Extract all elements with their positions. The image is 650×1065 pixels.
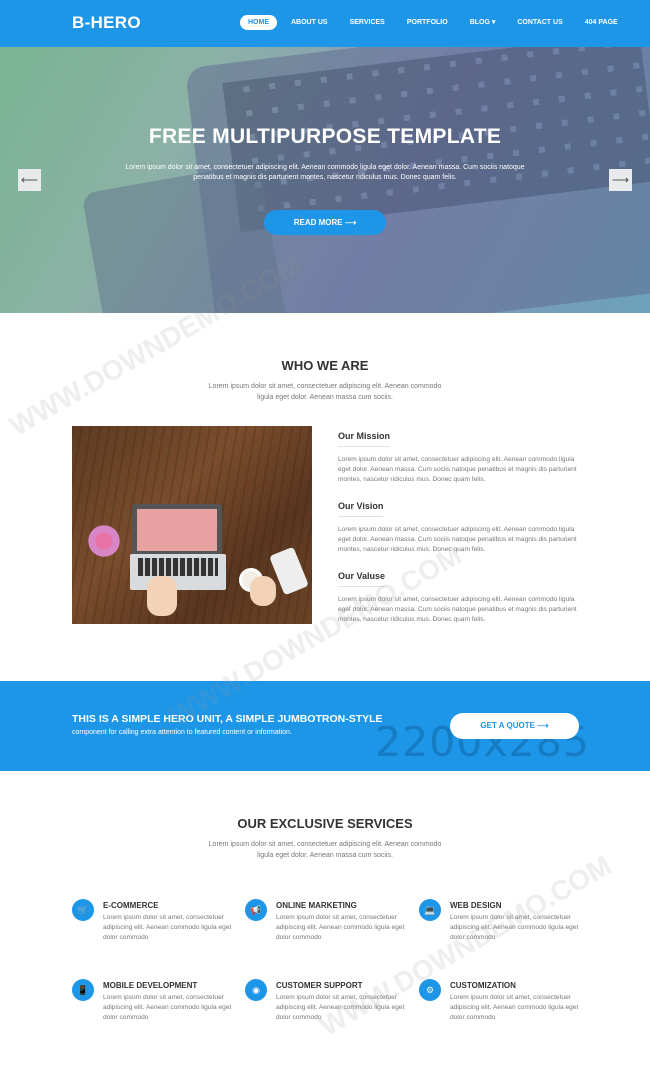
- service-text: Lorem ipsum dolor sit amet, consectetuer…: [276, 994, 405, 1021]
- top-navbar: B-HERO HOME ABOUT US SERVICES PORTFOLIO …: [0, 0, 650, 47]
- service-title: ONLINE MARKETING: [276, 901, 357, 910]
- values-text: Lorem ipsum dolor sit amet, consectetuer…: [338, 596, 577, 623]
- nav-item-about[interactable]: ABOUT US: [283, 15, 336, 30]
- megaphone-icon: 📢: [245, 899, 267, 921]
- mission-block: Our Mission Lorem ipsum dolor sit amet, …: [338, 426, 578, 485]
- service-text: Lorem ipsum dolor sit amet, consectetuer…: [103, 914, 232, 941]
- nav-item-contact[interactable]: CONTACT US: [509, 15, 570, 30]
- mission-title: Our Mission: [338, 431, 391, 447]
- about-title: WHO WE ARE: [281, 358, 369, 373]
- support-icon: ◉: [245, 979, 267, 1001]
- brand-logo[interactable]: B-HERO: [72, 13, 141, 33]
- service-text: Lorem ipsum dolor sit amet, consectetuer…: [276, 914, 405, 941]
- vision-title: Our Vision: [338, 501, 384, 517]
- about-subtitle: Lorem ipsum dolor sit amet, consectetuer…: [208, 383, 442, 401]
- mobile-icon: 📱: [72, 979, 94, 1001]
- main-menu: HOME ABOUT US SERVICES PORTFOLIO BLOG ▾ …: [240, 14, 632, 30]
- nav-item-blog[interactable]: BLOG ▾: [462, 14, 504, 30]
- laptop-icon: 💻: [419, 899, 441, 921]
- service-text: Lorem ipsum dolor sit amet, consectetuer…: [450, 914, 579, 941]
- services-title: OUR EXCLUSIVE SERVICES: [237, 816, 413, 831]
- services-subtitle: Lorem ipsum dolor sit amet, consectetuer…: [208, 841, 442, 859]
- nav-item-home[interactable]: HOME: [240, 14, 277, 30]
- get-quote-button[interactable]: GET A QUOTE ⟶: [450, 713, 579, 739]
- cart-icon: 🛒: [72, 899, 94, 921]
- slider-next-arrow-icon[interactable]: ⟶: [609, 169, 632, 191]
- values-title: Our Valuse: [338, 571, 386, 587]
- vision-text: Lorem ipsum dolor sit amet, consectetuer…: [338, 526, 577, 553]
- cta-title: THIS IS A SIMPLE HERO UNIT, A SIMPLE JUM…: [72, 713, 383, 725]
- vision-block: Our Vision Lorem ipsum dolor sit amet, c…: [338, 496, 578, 555]
- nav-item-404[interactable]: 404 PAGE: [577, 15, 626, 30]
- cta-text: component for calling extra attention to…: [72, 729, 292, 736]
- service-title: WEB DESIGN: [450, 901, 502, 910]
- values-block: Our Valuse Lorem ipsum dolor sit amet, c…: [338, 566, 578, 625]
- service-title: CUSTOMER SUPPORT: [276, 981, 363, 990]
- nav-item-portfolio[interactable]: PORTFOLIO: [399, 15, 456, 30]
- nav-item-services[interactable]: SERVICES: [342, 15, 393, 30]
- hero-title: FREE MULTIPURPOSE TEMPLATE: [148, 125, 502, 148]
- about-photo: [72, 426, 312, 624]
- cta-banner: THIS IS A SIMPLE HERO UNIT, A SIMPLE JUM…: [0, 681, 650, 771]
- read-more-button[interactable]: READ MORE ⟶: [264, 210, 386, 235]
- hero-slider: FREE MULTIPURPOSE TEMPLATE Lorem ipsum d…: [0, 47, 650, 313]
- gear-icon: ⚙: [419, 979, 441, 1001]
- slider-prev-arrow-icon[interactable]: ⟵: [18, 169, 41, 191]
- mission-text: Lorem ipsum dolor sit amet, consectetuer…: [338, 456, 577, 483]
- service-title: E-COMMERCE: [103, 901, 159, 910]
- service-text: Lorem ipsum dolor sit amet, consectetuer…: [103, 994, 232, 1021]
- service-title: MOBILE DEVELOPMENT: [103, 981, 198, 990]
- hero-text: Lorem ipsum dolor sit amet, consectetuer…: [125, 164, 525, 181]
- service-title: CUSTOMIZATION: [450, 981, 516, 990]
- service-text: Lorem ipsum dolor sit amet, consectetuer…: [450, 994, 579, 1021]
